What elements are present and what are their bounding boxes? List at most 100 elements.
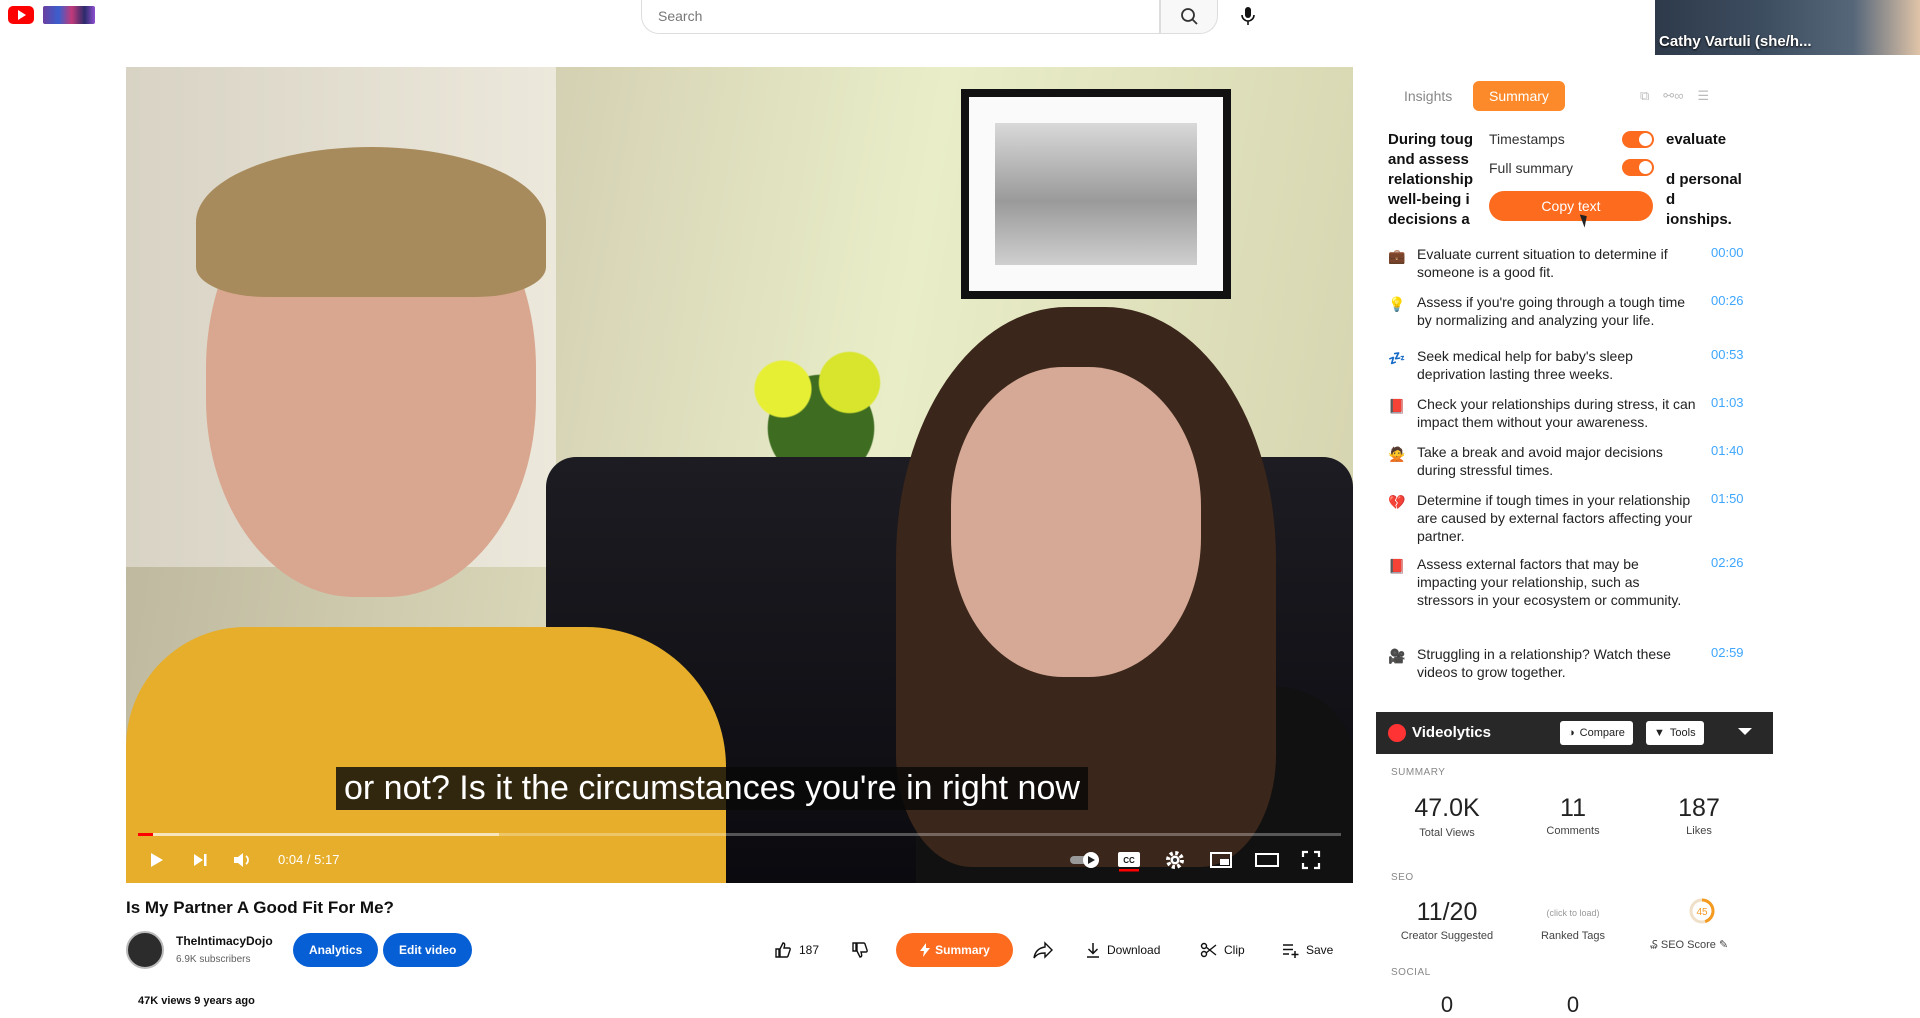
fullscreen-icon <box>1301 850 1321 870</box>
next-button[interactable] <box>186 846 214 874</box>
seo-score-label-text: SEO Score <box>1660 939 1716 951</box>
channel-avatar[interactable] <box>126 931 164 969</box>
clip-button[interactable]: Clip <box>1200 934 1245 966</box>
seo-logo-icon: ₷ <box>1649 939 1658 951</box>
thumbs-down-icon <box>852 942 868 958</box>
summary-emoji-icon: 💡 <box>1388 296 1406 312</box>
timestamps-toggle[interactable] <box>1622 131 1654 148</box>
theater-mode-button[interactable] <box>1252 846 1282 874</box>
comments-label: Comments <box>1546 825 1600 837</box>
closed-captions-icon: CC <box>1118 852 1140 872</box>
summary-item-text: Take a break and avoid major decisions d… <box>1417 444 1663 478</box>
fullscreen-button[interactable] <box>1296 846 1326 874</box>
captions-button[interactable]: CC <box>1114 846 1144 874</box>
timestamp-link[interactable]: 00:26 <box>1711 293 1744 308</box>
timestamp-link[interactable]: 02:59 <box>1711 645 1744 660</box>
summary-lead-line: relationship <box>1388 171 1474 188</box>
comments-value: 11 <box>1560 794 1586 822</box>
tools-button[interactable]: ▼ Tools <box>1646 721 1704 745</box>
summary-lead-line: well-being i <box>1388 191 1470 208</box>
edit-video-button[interactable]: Edit video <box>383 933 473 967</box>
microphone-icon <box>1241 7 1255 25</box>
likes-value: 187 <box>1678 794 1720 822</box>
play-button[interactable] <box>142 846 170 874</box>
progress-buffered <box>138 833 499 836</box>
lightning-icon <box>920 943 931 957</box>
seo-score-label: ₷ SEO Score ✎ <box>1629 937 1749 952</box>
copy-icon[interactable]: ⧉ <box>1640 88 1649 104</box>
summary-lead-right: evaluate d personal d ionships. <box>1666 130 1748 230</box>
playlist-add-icon <box>1283 944 1299 958</box>
subtitle-caption: or not? Is it the circumstances you're i… <box>336 767 1088 810</box>
theater-mode-icon <box>1255 853 1279 867</box>
timestamp-link[interactable]: 01:03 <box>1711 395 1744 410</box>
channel-name[interactable]: TheIntimacyDojo <box>176 934 273 948</box>
volume-button[interactable] <box>228 846 256 874</box>
webcam-participant-name: Cathy Vartuli (she/h... <box>1659 33 1812 50</box>
summary-button[interactable]: Summary <box>896 933 1013 967</box>
videolytics-name: Videolytics <box>1412 724 1491 741</box>
collapse-caret-icon[interactable] <box>1738 728 1752 735</box>
compare-button[interactable]: ◑ Compare <box>1560 721 1633 745</box>
summary-emoji-icon: 📕 <box>1388 398 1406 414</box>
summary-lead-line: ionships. <box>1666 211 1732 228</box>
like-count: 187 <box>799 943 820 957</box>
youtube-logo-icon[interactable] <box>8 6 34 24</box>
search-button[interactable] <box>1160 0 1218 34</box>
menu-icon[interactable]: ☰ <box>1697 88 1709 104</box>
videolytics-logo-icon <box>1388 724 1406 742</box>
tools-label: Tools <box>1669 727 1696 739</box>
full-summary-toggle[interactable] <box>1622 159 1654 176</box>
likes-label: Likes <box>1686 825 1712 837</box>
search-input[interactable]: Search <box>641 0 1160 34</box>
volume-icon <box>234 853 249 867</box>
summary-emoji-icon: 💼 <box>1388 248 1406 264</box>
summary-emoji-icon: 📕 <box>1388 558 1406 574</box>
scene-picture-frame <box>961 89 1231 299</box>
summary-item-text: Determine if tough times in your relatio… <box>1417 492 1693 544</box>
tab-insights[interactable]: Insights <box>1388 81 1468 111</box>
total-views-label: Total Views <box>1419 827 1475 839</box>
copy-text-button[interactable]: Copy text <box>1489 191 1653 221</box>
summary-options-dropdown: Timestamps Full summary Copy text <box>1480 125 1658 230</box>
summary-lead-line: and assess <box>1388 151 1469 168</box>
timestamps-option-label: Timestamps <box>1489 131 1565 147</box>
tab-summary[interactable]: Summary <box>1473 81 1565 111</box>
creator-suggested-label: Creator Suggested <box>1400 930 1494 942</box>
webcam-thumbnail: Cathy Vartuli (she/h... <box>1655 0 1920 55</box>
ranked-tags-hint[interactable]: (click to load) <box>1513 908 1633 918</box>
share-button[interactable] <box>1032 934 1054 966</box>
top-bar: Search Cathy Vartuli (she/h... <box>0 0 1920 55</box>
timestamp-link[interactable]: 01:50 <box>1711 491 1744 506</box>
miniplayer-button[interactable] <box>1206 846 1236 874</box>
svg-text:CC: CC <box>1123 856 1135 865</box>
summary-lead-line: decisions a <box>1388 211 1470 228</box>
analytics-button[interactable]: Analytics <box>293 933 379 967</box>
progress-bar[interactable] <box>138 833 1341 836</box>
settings-button[interactable] <box>1160 846 1190 874</box>
timestamp-link[interactable]: 01:40 <box>1711 443 1744 458</box>
save-button[interactable]: Save <box>1282 934 1333 966</box>
panel-toolbar: ⧉ ⚯∞ ☰ <box>1640 88 1709 104</box>
videolytics-header: Videolytics ◑ Compare ▼ Tools <box>1376 712 1773 754</box>
timestamp-link[interactable]: 00:00 <box>1711 245 1744 260</box>
autoplay-toggle[interactable] <box>1068 846 1104 874</box>
creator-suggested-value: 11/20 <box>1416 898 1478 926</box>
summary-lead-line: d personal <box>1666 171 1742 188</box>
social-value-b: 0 <box>1566 992 1580 1017</box>
like-button[interactable]: 187 <box>773 934 819 966</box>
download-label: Download <box>1107 943 1161 957</box>
video-player[interactable]: or not? Is it the circumstances you're i… <box>126 67 1353 883</box>
mic-button[interactable] <box>1236 4 1260 28</box>
dislike-button[interactable] <box>850 934 870 966</box>
social-value-a: 0 <box>1440 992 1454 1017</box>
search-placeholder: Search <box>658 8 703 24</box>
summary-item-text: Assess if you're going through a tough t… <box>1417 294 1686 328</box>
social-section-label: SOCIAL <box>1391 967 1431 978</box>
timestamp-link[interactable]: 02:26 <box>1711 555 1744 570</box>
extension-badge-icon[interactable] <box>43 6 95 24</box>
pencil-icon[interactable]: ✎ <box>1719 939 1728 951</box>
timestamp-link[interactable]: 00:53 <box>1711 347 1744 362</box>
download-button[interactable]: Download <box>1085 934 1160 966</box>
link-off-icon[interactable]: ⚯∞ <box>1663 88 1683 104</box>
